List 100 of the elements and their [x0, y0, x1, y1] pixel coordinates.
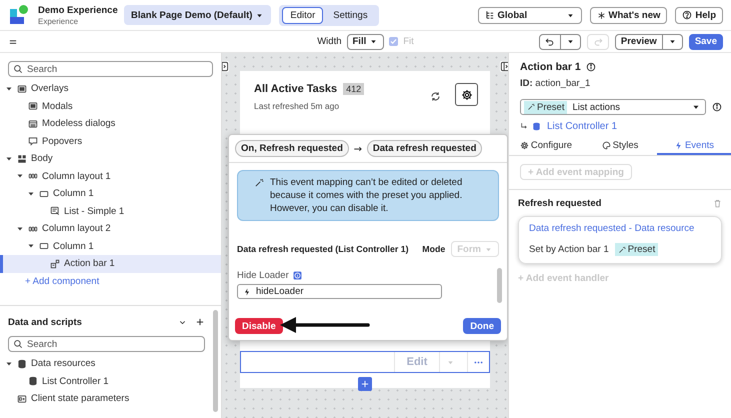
caret-icon[interactable] — [5, 154, 13, 163]
tree-item[interactable]: List - Simple 1 — [0, 202, 221, 220]
branch-icon — [520, 122, 529, 131]
tree-item[interactable]: Column 1 — [0, 238, 221, 255]
done-button[interactable]: Done — [463, 318, 501, 334]
fit-label: Fit — [403, 36, 414, 47]
preview-button[interactable]: Preview — [614, 34, 663, 50]
database-icon — [532, 122, 541, 131]
tree-item[interactable]: Column 1 — [0, 185, 221, 202]
section-title: Data and scripts — [8, 316, 83, 328]
caret-icon[interactable] — [16, 224, 24, 233]
help-button[interactable]: Help — [675, 6, 723, 24]
component-icon — [50, 258, 60, 269]
save-button[interactable]: Save — [688, 34, 723, 50]
refresh-icon[interactable] — [430, 91, 441, 102]
gear-icon — [520, 141, 529, 150]
notice-text: This event mapping can’t be edited or deleted because it comes with the preset you applied. However, you can disable it. — [270, 176, 464, 215]
tree-item[interactable]: Column layout 2 — [0, 220, 221, 238]
handler-link[interactable]: Data refresh requested - Data resource — [529, 223, 712, 234]
info-icon — [292, 271, 302, 280]
redo-icon — [592, 36, 603, 46]
tree-item[interactable]: Action bar 1 — [0, 255, 221, 272]
tree-item[interactable]: List Controller 1 — [0, 372, 213, 390]
mode-tab[interactable]: Editor — [282, 6, 324, 24]
search-icon — [13, 339, 23, 349]
badge-text: Preset — [628, 244, 656, 255]
wand-icon — [527, 103, 535, 111]
tree-item[interactable]: Client state parameters — [0, 390, 213, 408]
badge-text: Preset — [537, 102, 564, 112]
scope-menu[interactable]: Global — [478, 6, 582, 24]
undo-button[interactable] — [538, 34, 561, 50]
mode-label: Mode — [422, 244, 446, 254]
caret-icon[interactable] — [5, 84, 13, 93]
bolt-icon — [243, 288, 251, 296]
columns-icon — [28, 224, 38, 234]
add-component-link[interactable]: + Add component — [0, 272, 100, 290]
tree-item[interactable]: Overlays — [0, 80, 221, 98]
settings-button[interactable] — [455, 83, 478, 106]
search-icon — [13, 64, 23, 74]
handler-card[interactable]: Data refresh requested - Data resource Set by Action bar 1 Preset — [518, 216, 722, 264]
plus-icon — [360, 379, 370, 389]
add-button[interactable] — [358, 377, 372, 391]
preset-select[interactable]: Preset List actions — [520, 99, 706, 115]
tree-item[interactable]: Modals — [0, 98, 221, 115]
settings-icon — [460, 88, 472, 100]
field-label: Hide Loader — [237, 270, 289, 281]
section-title: Data refresh requested (List Controller 1) — [237, 244, 410, 254]
panel-tab[interactable]: Configure — [509, 138, 583, 155]
speech-bubble-icon — [28, 136, 38, 146]
info-icon — [712, 102, 722, 112]
tree-item[interactable]: Column layout 1 — [0, 168, 221, 185]
layout-icon — [17, 154, 27, 164]
dialog-icon — [28, 118, 38, 129]
palette-icon — [602, 141, 611, 150]
database-icon — [28, 376, 38, 386]
action-chip: Data refresh requested — [366, 140, 482, 157]
search-field[interactable]: Search — [8, 61, 213, 77]
panel-tab[interactable]: Events — [657, 138, 731, 155]
panel-toggle-icon[interactable] — [500, 61, 508, 72]
info-icon — [586, 62, 596, 72]
preview-menu-button[interactable] — [662, 34, 683, 50]
width-label: Width — [317, 36, 342, 47]
controller-link[interactable]: List Controller 1 — [547, 121, 618, 132]
scrollbar[interactable] — [497, 268, 502, 303]
database-icon — [17, 358, 27, 369]
width-select[interactable]: Fill — [346, 34, 384, 50]
scrollbar[interactable] — [213, 310, 218, 412]
search-field[interactable]: Search — [8, 336, 205, 352]
card-title: All Active Tasks — [254, 83, 338, 95]
logo-icon — [8, 4, 30, 26]
tree-item[interactable]: Modeless dialogs — [0, 115, 221, 132]
mode-tab[interactable]: Settings — [325, 6, 376, 24]
app-subtitle: Experience — [38, 16, 80, 26]
window-icon — [28, 101, 38, 112]
panel-tab[interactable]: Styles — [583, 138, 657, 155]
tree-item[interactable]: Popovers — [0, 132, 221, 150]
wand-icon — [254, 178, 264, 188]
column-icon — [39, 188, 49, 199]
panel-title: Action bar 1 — [520, 61, 581, 73]
handler-source: Set by Action bar 1 — [529, 244, 609, 255]
bolt-icon — [674, 141, 683, 150]
column-icon — [39, 241, 49, 252]
undo-icon — [544, 36, 555, 46]
count-badge: 412 — [343, 83, 364, 95]
whats-new-button[interactable]: What's new — [590, 6, 668, 24]
hierarchy-icon — [484, 10, 495, 20]
tree-item[interactable]: Data resources — [0, 355, 213, 372]
columns-icon — [28, 171, 38, 182]
list-icon — [50, 206, 60, 216]
card-subtitle: Last refreshed 5m ago — [254, 101, 340, 111]
caret-icon[interactable] — [5, 360, 13, 368]
disable-button[interactable]: Disable — [235, 318, 283, 334]
tree-item[interactable]: Body — [0, 150, 221, 168]
plus-icon[interactable] — [195, 317, 205, 327]
caret-icon[interactable] — [27, 190, 35, 198]
overlay-icon — [17, 84, 27, 94]
app-title: Demo Experience — [38, 4, 116, 16]
help-icon — [682, 10, 692, 20]
page-menu[interactable]: Blank Page Demo (Default) — [124, 5, 272, 25]
text-field[interactable]: hideLoader — [237, 284, 442, 299]
